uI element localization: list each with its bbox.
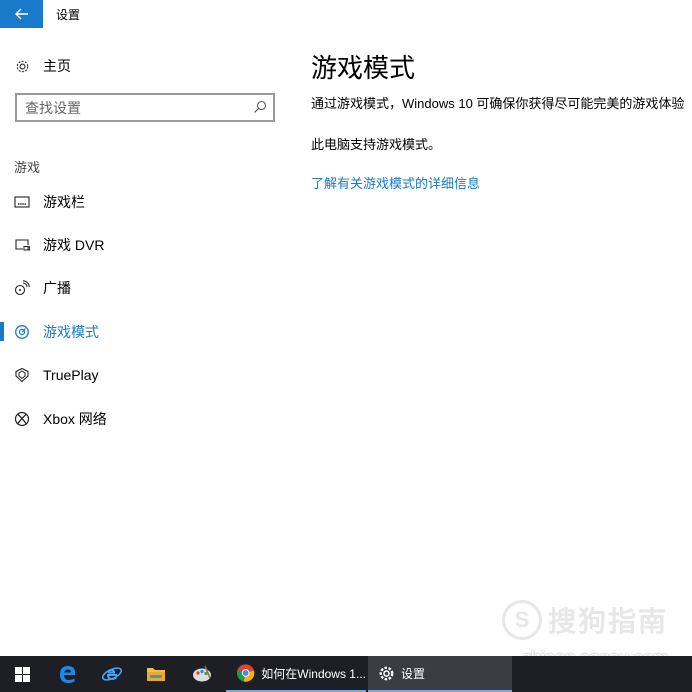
sidebar-item-label: 游戏栏	[43, 193, 85, 210]
main-content: 游戏模式 通过游戏模式，Windows 10 可确保你获得尽可能完美的游戏体验 …	[311, 28, 692, 656]
start-button[interactable]	[0, 656, 44, 692]
file-explorer-taskbar-button[interactable]	[136, 656, 176, 692]
search-input[interactable]	[25, 99, 245, 116]
folder-icon	[147, 668, 165, 681]
edge-taskbar-button[interactable]	[48, 656, 88, 692]
watermark: S 搜狗指南	[501, 600, 668, 640]
settings-gear-icon	[379, 666, 394, 680]
nav-home[interactable]: 主页	[14, 56, 71, 76]
search-box[interactable]	[15, 93, 275, 122]
support-status-text: 此电脑支持游戏模式。	[311, 137, 442, 152]
chrome-icon	[236, 664, 255, 682]
sidebar-item-game-dvr[interactable]: 游戏 DVR	[0, 223, 290, 266]
back-arrow-icon	[14, 8, 28, 20]
sogou-logo-icon: S	[501, 600, 542, 640]
settings-task-button[interactable]: 设置	[368, 656, 512, 692]
chrome-task-label: 如何在Windows 1...	[261, 666, 366, 681]
taskbar: 如何在Windows 1... 设置	[0, 656, 692, 692]
gear-icon	[14, 58, 30, 74]
sidebar-item-xbox-network[interactable]: Xbox 网络	[0, 397, 290, 440]
sidebar-item-label: 广播	[43, 280, 71, 297]
watermark-brand: 搜狗指南	[547, 606, 668, 637]
internet-explorer-icon	[101, 667, 123, 681]
settings-task-label: 设置	[401, 666, 426, 681]
sidebar-item-game-mode[interactable]: 游戏模式	[0, 310, 290, 353]
chrome-task-button[interactable]: 如何在Windows 1...	[226, 656, 366, 692]
xbox-icon	[14, 411, 30, 427]
sidebar-item-label: 游戏模式	[43, 323, 99, 340]
edge-icon	[60, 666, 76, 683]
sidebar-item-broadcast[interactable]: 广播	[0, 267, 290, 310]
windows-logo-icon	[14, 666, 30, 682]
sidebar-item-label: 游戏 DVR	[43, 237, 105, 254]
sidebar-item-label: Xbox 网络	[43, 410, 107, 427]
paint-palette-icon	[193, 665, 211, 682]
sidebar-item-trueplay[interactable]: TruePlay	[0, 354, 290, 397]
paint-taskbar-button[interactable]	[180, 656, 224, 692]
dvr-icon	[14, 237, 30, 253]
title-bar: 设置	[0, 0, 692, 28]
search-icon[interactable]	[253, 100, 267, 114]
page-title: 游戏模式	[311, 53, 416, 83]
learn-more-link[interactable]: 了解有关游戏模式的详细信息	[311, 173, 480, 192]
back-button[interactable]	[0, 0, 43, 28]
ie-taskbar-button[interactable]	[92, 656, 132, 692]
broadcast-icon	[14, 280, 30, 296]
sidebar-item-label: TruePlay	[43, 367, 99, 384]
sidebar: 主页 游戏 游戏栏	[0, 28, 290, 656]
gamemode-icon	[14, 324, 30, 340]
window-title: 设置	[56, 8, 81, 22]
nav-home-label: 主页	[43, 58, 71, 74]
trueplay-icon	[14, 367, 30, 383]
gamebar-icon	[14, 194, 30, 210]
nav-list: 游戏栏 游戏 DVR 广播 游戏模式 TruePlay Xbox 网络	[0, 180, 290, 440]
page-description: 通过游戏模式，Windows 10 可确保你获得尽可能完美的游戏体验	[311, 96, 685, 111]
sidebar-item-game-bar[interactable]: 游戏栏	[0, 180, 290, 223]
section-label-gaming: 游戏	[14, 160, 41, 175]
